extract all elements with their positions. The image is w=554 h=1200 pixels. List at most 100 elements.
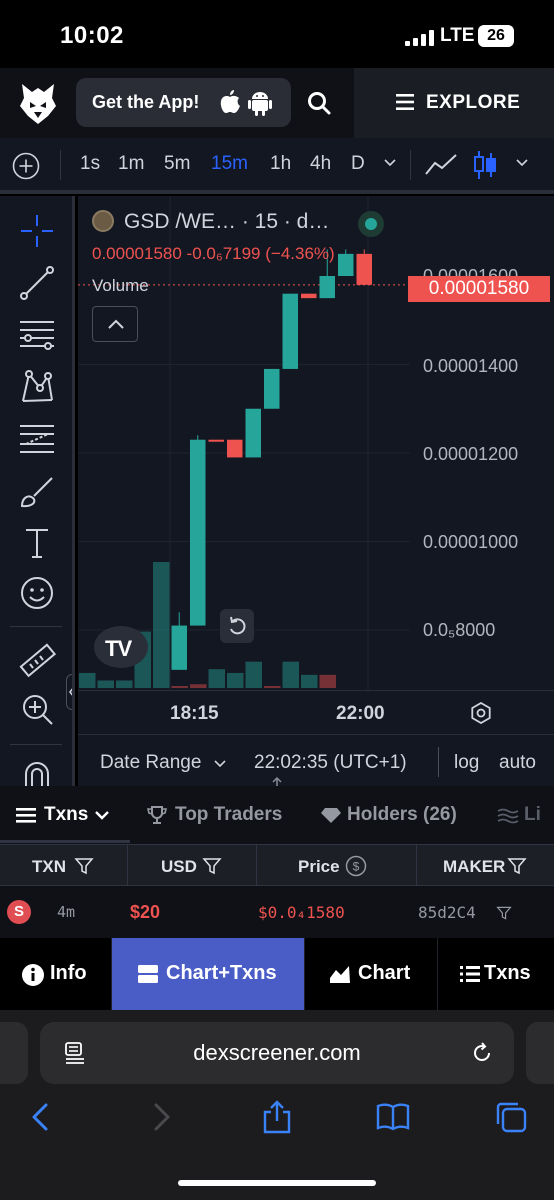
forecast-icon[interactable] xyxy=(18,420,56,458)
tradingview-logo[interactable]: TV xyxy=(94,626,148,668)
timeframe-5m[interactable]: 5m xyxy=(164,153,190,175)
price-tick-label: 0.00001200 xyxy=(423,444,519,464)
filter-icon[interactable] xyxy=(74,857,94,875)
ruler-icon[interactable] xyxy=(18,642,56,680)
line-chart-icon[interactable] xyxy=(424,152,458,178)
info-view-button[interactable]: Info xyxy=(0,938,111,1010)
column-label: MAKER xyxy=(443,857,506,876)
candlestick-icon[interactable] xyxy=(472,149,498,181)
search-icon[interactable] xyxy=(306,90,332,116)
chevron-down-icon[interactable] xyxy=(384,159,396,167)
fib-retracement-icon[interactable] xyxy=(18,316,56,354)
chevron-down-icon[interactable] xyxy=(516,159,528,167)
split-view-icon xyxy=(138,965,158,983)
add-symbol-icon[interactable] xyxy=(12,152,40,180)
previous-tab-card[interactable] xyxy=(0,1022,28,1084)
share-icon[interactable] xyxy=(260,1100,294,1134)
currency-toggle-icon[interactable]: $ xyxy=(345,855,367,877)
timeframe-1m[interactable]: 1m xyxy=(118,153,144,175)
price-tick-label: 0.0₅8000 xyxy=(423,620,496,640)
auto-scale-toggle[interactable]: auto xyxy=(499,752,536,774)
candle-body xyxy=(356,253,372,285)
chart-symbol-title[interactable]: GSD /WE… · 15 · d… xyxy=(124,210,329,234)
chart-txns-label: Chart+Txns xyxy=(166,962,277,984)
liquidity-icon xyxy=(497,808,519,824)
address-bar[interactable]: dexscreener.com xyxy=(40,1022,514,1084)
next-tab-card[interactable] xyxy=(526,1022,554,1084)
drawing-tools-panel xyxy=(0,196,75,786)
chart-settings-icon[interactable] xyxy=(470,702,492,724)
column-txn[interactable]: TXN xyxy=(0,845,128,887)
reload-icon[interactable] xyxy=(470,1041,494,1065)
log-scale-toggle[interactable]: log xyxy=(454,752,479,774)
timeframe-15m[interactable]: 15m xyxy=(211,153,248,175)
chart-clock[interactable]: 22:02:35 (UTC+1) xyxy=(254,752,407,774)
chart-txns-view-button[interactable]: Chart+Txns xyxy=(112,938,304,1010)
dexscreener-logo-icon[interactable] xyxy=(18,82,58,126)
explore-label: EXPLORE xyxy=(426,92,521,113)
trend-line-icon[interactable] xyxy=(18,264,56,302)
tools-divider xyxy=(10,744,62,745)
volume-bar xyxy=(282,661,299,688)
tools-divider xyxy=(10,626,62,627)
date-range-button[interactable]: Date Range xyxy=(100,752,201,774)
app-header: Get the App! EXPLORE xyxy=(0,68,554,138)
bookmarks-icon[interactable] xyxy=(376,1100,410,1134)
timeframe-4h[interactable]: 4h xyxy=(310,153,331,175)
tabs-icon[interactable] xyxy=(494,1100,528,1134)
zoom-in-icon[interactable] xyxy=(18,690,56,728)
emoji-icon[interactable] xyxy=(18,574,56,612)
time-tick-label: 18:15 xyxy=(170,703,219,724)
candle-body xyxy=(171,625,187,670)
tab-liquidity[interactable]: Li xyxy=(524,804,541,826)
chevron-up-icon xyxy=(108,319,124,329)
active-tab-underline xyxy=(0,840,130,843)
volume-bar xyxy=(97,680,114,688)
filter-icon[interactable] xyxy=(496,905,512,921)
magnet-icon[interactable] xyxy=(18,756,56,786)
brush-icon[interactable] xyxy=(18,472,56,510)
volume-legend: Volume xyxy=(92,276,149,295)
price-chart[interactable]: GSD /WE… · 15 · d… 0.00001580 -0.0₆7199 … xyxy=(78,196,554,690)
column-label: TXN xyxy=(32,857,66,876)
chevron-down-icon[interactable] xyxy=(94,805,110,825)
filter-icon[interactable] xyxy=(202,857,222,875)
candle-body xyxy=(301,293,317,299)
get-app-label: Get the App! xyxy=(92,92,200,112)
crosshair-icon[interactable] xyxy=(18,212,56,250)
volume-bar xyxy=(301,674,318,688)
column-label: USD xyxy=(161,857,197,876)
reset-chart-button[interactable] xyxy=(220,609,254,643)
collapse-toolbar-button[interactable] xyxy=(66,674,72,710)
sell-badge: S xyxy=(7,900,31,924)
txn-maker[interactable]: 85d2C4 xyxy=(418,903,476,922)
chart-view-button[interactable]: Chart xyxy=(305,938,437,1010)
svg-text:$: $ xyxy=(353,860,360,874)
timeframe-1s[interactable]: 1s xyxy=(80,153,100,175)
back-icon[interactable] xyxy=(24,1100,58,1134)
reset-icon xyxy=(230,616,246,635)
filter-icon[interactable] xyxy=(507,857,527,875)
txns-view-button[interactable]: Txns xyxy=(438,938,554,1010)
chevron-down-icon[interactable] xyxy=(214,760,226,768)
tab-holders[interactable]: Holders (26) xyxy=(347,804,457,826)
tab-top-traders[interactable]: Top Traders xyxy=(175,804,282,826)
text-tool-icon[interactable] xyxy=(18,524,56,562)
get-app-button[interactable]: Get the App! xyxy=(76,78,291,127)
collapse-legend-button[interactable] xyxy=(92,306,138,342)
txn-age: 4m xyxy=(57,903,76,921)
column-maker[interactable]: MAKER xyxy=(417,845,554,887)
tab-txns[interactable]: Txns xyxy=(44,804,88,826)
timeframe-d[interactable]: D xyxy=(351,153,365,175)
column-price[interactable]: Price $ xyxy=(257,845,417,887)
explore-button[interactable]: EXPLORE xyxy=(354,68,554,138)
candle-body xyxy=(245,408,261,458)
pattern-icon[interactable] xyxy=(18,368,56,406)
price-tick-label: 0.00001000 xyxy=(423,532,519,552)
volume-bar xyxy=(319,674,336,688)
table-row[interactable]: S 4m $20 $0.0₄1580 85d2C4 xyxy=(0,886,554,938)
forward-icon[interactable] xyxy=(144,1100,178,1134)
timeframe-1h[interactable]: 1h xyxy=(270,153,291,175)
column-usd[interactable]: USD xyxy=(128,845,257,887)
battery-indicator: 26 xyxy=(478,25,514,47)
